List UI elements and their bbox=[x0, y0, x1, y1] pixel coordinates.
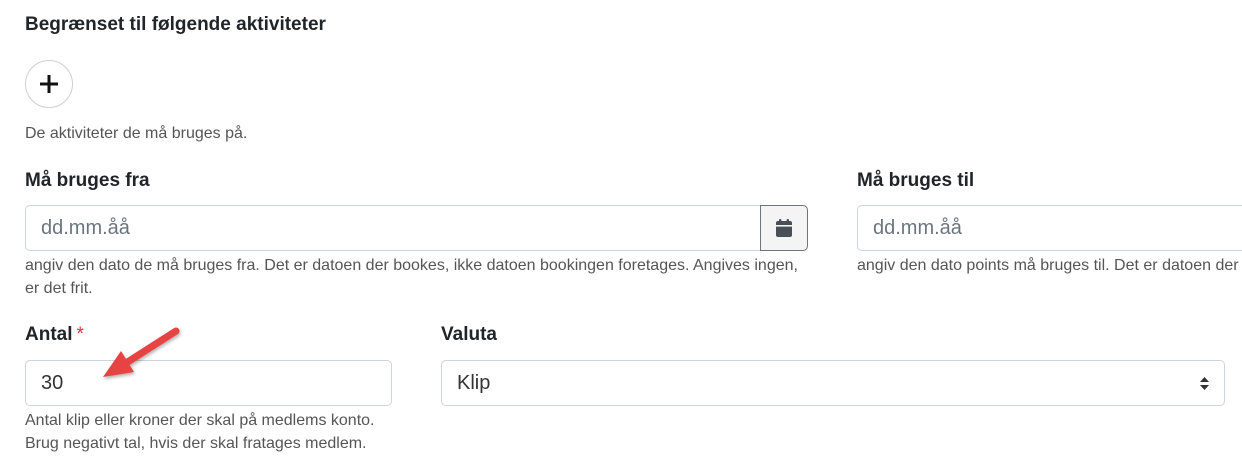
amount-help-text: Antal klip eller kroner der skal på medl… bbox=[25, 412, 375, 452]
valid-to-label: Må bruges til bbox=[857, 170, 975, 191]
valid-to-date-input[interactable] bbox=[857, 205, 1242, 251]
currency-select-wrapper: Klip bbox=[441, 360, 1225, 406]
currency-select[interactable]: Klip bbox=[441, 360, 1225, 406]
calendar-icon bbox=[776, 219, 792, 237]
valid-from-label: Må bruges fra bbox=[25, 170, 150, 191]
plus-icon bbox=[40, 75, 58, 93]
amount-input[interactable] bbox=[25, 360, 392, 406]
add-activity-button[interactable] bbox=[25, 60, 73, 108]
valid-from-help-text: angiv den dato de må bruges fra. Det er … bbox=[25, 257, 798, 297]
amount-label-text: Antal bbox=[25, 324, 73, 345]
amount-label: Antal * bbox=[25, 323, 84, 347]
activities-heading: Begrænset til følgende aktiviteter bbox=[25, 14, 326, 35]
activities-help-text: De aktiviteter de må bruges på. bbox=[25, 125, 248, 142]
valid-from-calendar-button[interactable] bbox=[760, 205, 808, 251]
valid-to-help-text: angiv den dato points må bruges til. Det… bbox=[857, 257, 1239, 274]
valid-from-date-input[interactable] bbox=[25, 205, 761, 251]
required-marker: * bbox=[76, 324, 84, 345]
form-page: Begrænset til følgende aktiviteter De ak… bbox=[0, 0, 1242, 466]
currency-label: Valuta bbox=[441, 324, 497, 345]
annotation-arrow-shaft bbox=[122, 327, 180, 367]
